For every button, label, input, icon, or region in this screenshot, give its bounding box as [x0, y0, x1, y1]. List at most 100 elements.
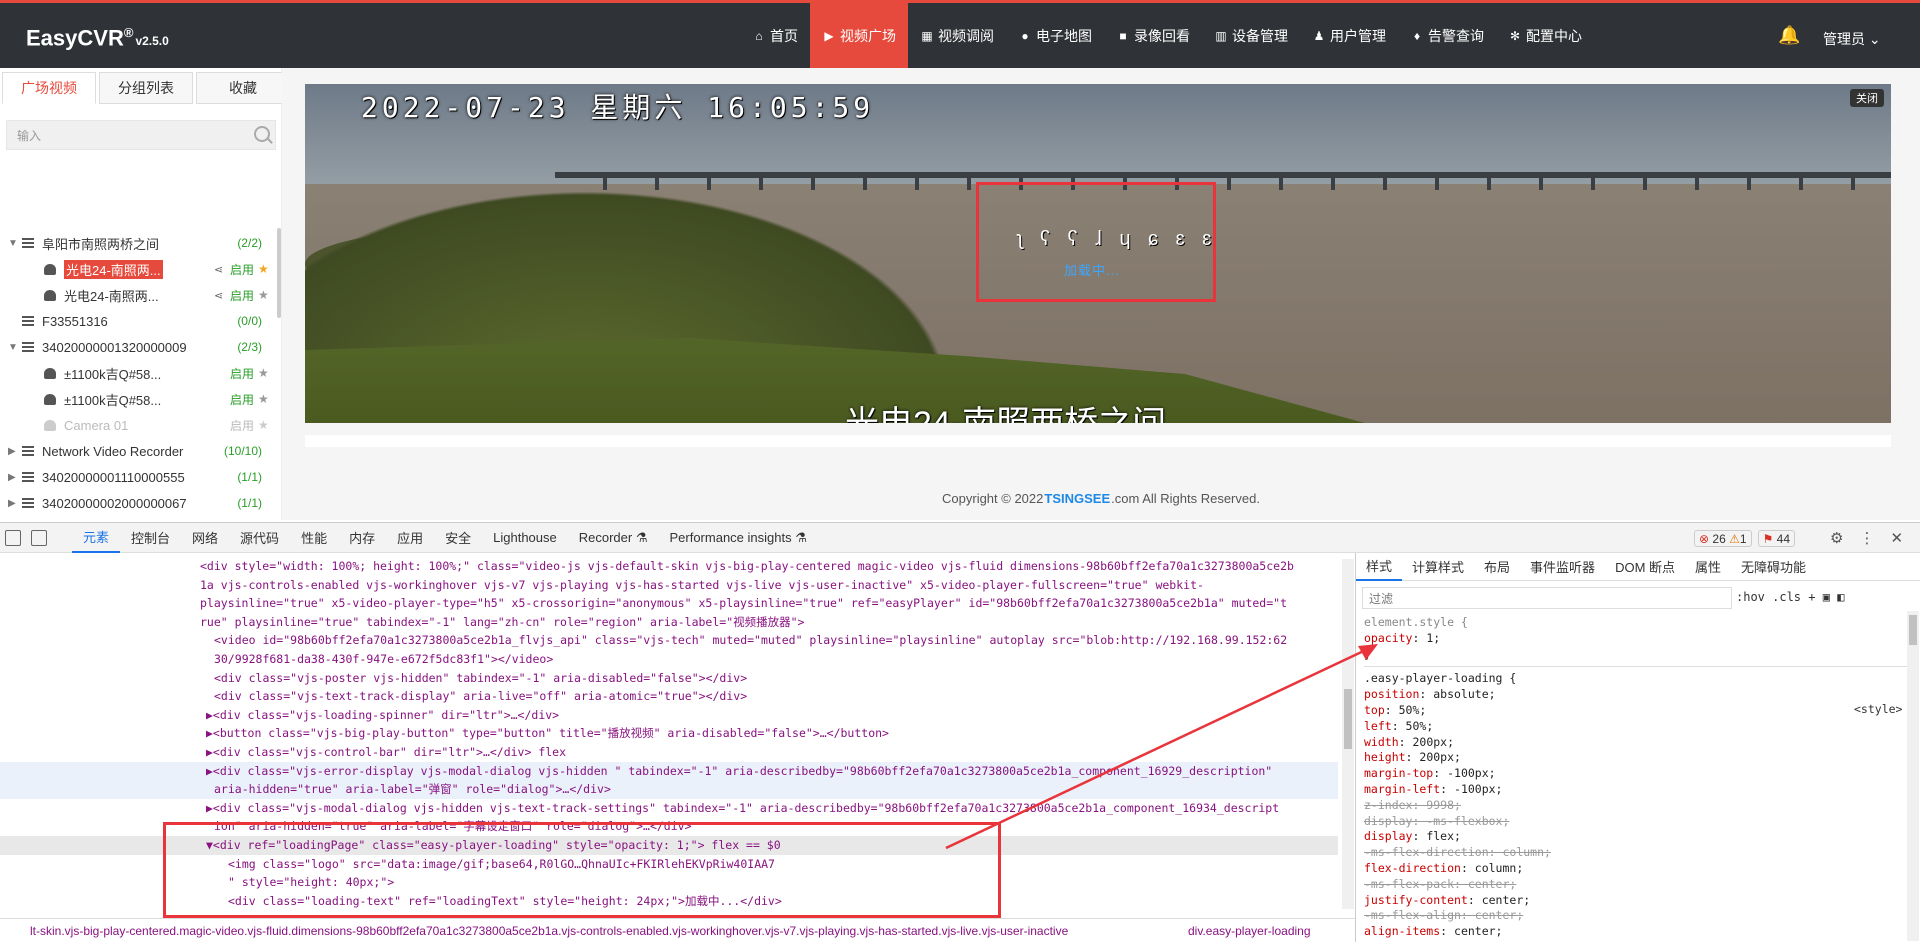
- share-icon[interactable]: ⋖: [214, 263, 223, 276]
- dom-node-line[interactable]: <div class="vjs-poster vjs-hidden" tabin…: [214, 669, 747, 688]
- dom-node-line[interactable]: playsinline="true" x5-video-player-type=…: [200, 594, 1287, 613]
- dt-tab-security[interactable]: 安全: [434, 523, 482, 553]
- dom-node-line[interactable]: ▶<div class="vjs-loading-spinner" dir="l…: [206, 706, 559, 725]
- st-tab-computed[interactable]: 计算样式: [1402, 553, 1474, 581]
- search-icon[interactable]: [254, 126, 270, 142]
- star-icon[interactable]: ★: [258, 392, 269, 406]
- dom-node-line[interactable]: <div style="width: 100%; height: 100%;" …: [200, 557, 1294, 576]
- st-tab-layout[interactable]: 布局: [1474, 553, 1520, 581]
- nav-alerts[interactable]: ♦ 告警查询: [1398, 3, 1496, 68]
- sidebar-toggle-icon[interactable]: ◧: [1837, 590, 1844, 604]
- css-line[interactable]: z-index: 9998;: [1364, 798, 1909, 814]
- tree-node-channel[interactable]: 光电24-南照两... ⋖ 启用 ★: [44, 256, 278, 282]
- device-toggle-icon[interactable]: [31, 529, 47, 546]
- error-count-badge[interactable]: ⊗ 26 ⚠ 1: [1694, 530, 1752, 547]
- css-line[interactable]: }: [1364, 647, 1909, 663]
- tree-node-group[interactable]: F33551316 (0/0): [8, 308, 278, 334]
- css-line[interactable]: .easy-player-loading {: [1364, 671, 1909, 687]
- dom-node-line[interactable]: ▶<button class="vjs-big-play-button" typ…: [206, 724, 889, 743]
- star-icon[interactable]: ★: [258, 366, 269, 380]
- tree-node-channel[interactable]: Camera 01 启用 ★: [44, 412, 278, 438]
- dom-node-line[interactable]: <div class="vjs-text-track-display" aria…: [214, 687, 747, 706]
- breadcrumb-item-current[interactable]: div.easy-player-loading: [1182, 923, 1311, 938]
- star-icon[interactable]: ★: [258, 418, 269, 432]
- css-line[interactable]: display: -ms-flexbox;: [1364, 814, 1909, 830]
- st-tab-event-listeners[interactable]: 事件监听器: [1520, 553, 1605, 581]
- tree-node-channel[interactable]: 光电24-南照两... ⋖ 启用 ★: [44, 282, 278, 308]
- dt-tab-network[interactable]: 网络: [181, 523, 229, 553]
- plus-icon[interactable]: +: [1808, 590, 1815, 604]
- dt-tab-performance[interactable]: 性能: [290, 523, 338, 553]
- nav-devices[interactable]: ▥ 设备管理: [1202, 3, 1300, 68]
- dom-node-line[interactable]: 30/9928f681-da38-430f-947e-e672f5dc83f1"…: [214, 650, 553, 669]
- css-line[interactable]: align-items: center;: [1364, 924, 1909, 940]
- css-line[interactable]: margin-top: -100px;: [1364, 766, 1909, 782]
- css-line[interactable]: left: 50%;: [1364, 719, 1909, 735]
- dom-node-line[interactable]: 1a vjs-controls-enabled vjs-workinghover…: [200, 576, 1204, 595]
- css-line[interactable]: position: absolute;: [1364, 687, 1909, 703]
- nav-home[interactable]: ⌂ 首页: [740, 3, 810, 68]
- st-tab-styles[interactable]: 样式: [1356, 553, 1403, 581]
- dom-node-line[interactable]: ▶<div class="vjs-modal-dialog vjs-hidden…: [206, 799, 1279, 818]
- css-line[interactable]: opacity: 1;: [1364, 631, 1909, 647]
- footer-brand[interactable]: TSINGSEE: [1044, 491, 1110, 506]
- hov-cls-toggles[interactable]: :hov .cls + ▣ ◧: [1736, 590, 1844, 604]
- dom-node-line[interactable]: <video id="98b60bff2efa70a1c3273800a5ce2…: [214, 631, 1287, 650]
- bell-icon[interactable]: 🔔: [1778, 25, 1800, 46]
- search-input[interactable]: 输入: [6, 120, 276, 150]
- breadcrumb-item[interactable]: lt-skin.vjs-big-play-centered.magic-vide…: [0, 924, 1068, 938]
- share-icon[interactable]: ⋖: [214, 289, 223, 302]
- dt-tab-elements[interactable]: 元素: [72, 523, 121, 553]
- css-line[interactable]: -ms-flex-align: center;: [1364, 908, 1909, 924]
- tree-node-group[interactable]: ▶ 34020000002000000067 (1/1): [8, 490, 278, 516]
- css-line[interactable]: element.style {: [1364, 615, 1909, 631]
- elements-scrollbar[interactable]: [1342, 559, 1354, 909]
- tree-node-group[interactable]: ▼ 阜阳市南照两桥之间 (2/2): [8, 230, 278, 256]
- tab-group-list[interactable]: 分组列表: [99, 72, 193, 104]
- css-line[interactable]: width: 200px;: [1364, 735, 1909, 751]
- dt-tab-console[interactable]: 控制台: [120, 523, 181, 553]
- user-menu[interactable]: 管理员 ⌄: [1823, 29, 1881, 49]
- css-line[interactable]: display: flex;: [1364, 829, 1909, 845]
- star-icon[interactable]: ★: [258, 262, 269, 276]
- sidebar-scrollbar[interactable]: [277, 228, 281, 318]
- dt-tab-sources[interactable]: 源代码: [229, 523, 290, 553]
- nav-config[interactable]: ✻ 配置中心: [1496, 3, 1594, 68]
- dt-tab-performance-insights[interactable]: Performance insights ⚗: [658, 523, 817, 553]
- styles-filter-input[interactable]: 过滤: [1362, 587, 1732, 609]
- styles-scrollbar[interactable]: [1907, 611, 1919, 941]
- css-line[interactable]: justify-content: center;: [1364, 893, 1909, 909]
- st-tab-dom-breakpoints[interactable]: DOM 断点: [1605, 553, 1685, 581]
- inspect-icon[interactable]: [5, 529, 21, 546]
- tab-favorites[interactable]: 收藏: [196, 72, 290, 104]
- tree-node-group[interactable]: ▶ 34020000001110000555 (1/1): [8, 464, 278, 490]
- dom-node-line[interactable]: aria-hidden="true" aria-label="弹窗" role=…: [0, 780, 1338, 799]
- tree-node-channel[interactable]: ±1100k吉Q#58... 启用 ★: [44, 360, 278, 386]
- dt-tab-application[interactable]: 应用: [386, 523, 434, 553]
- paint-icon[interactable]: ▣: [1823, 590, 1830, 604]
- close-icon[interactable]: ✕: [1890, 529, 1903, 547]
- dt-tab-memory[interactable]: 内存: [338, 523, 386, 553]
- css-line[interactable]: -ms-flex-direction: column;: [1364, 845, 1909, 861]
- settings-icon[interactable]: ⚙: [1830, 529, 1843, 547]
- dt-tab-lighthouse[interactable]: Lighthouse: [482, 523, 568, 553]
- dom-node-line[interactable]: ▶<div class="vjs-control-bar" dir="ltr">…: [206, 743, 566, 762]
- css-line[interactable]: flex-direction: column;: [1364, 861, 1909, 877]
- css-line[interactable]: top: 50%;: [1364, 703, 1909, 719]
- nav-map[interactable]: ● 电子地图: [1006, 3, 1104, 68]
- app-logo[interactable]: EasyCVR®v2.5.0: [26, 25, 169, 51]
- st-tab-accessibility[interactable]: 无障碍功能: [1731, 553, 1816, 581]
- css-line[interactable]: height: 200px;: [1364, 750, 1909, 766]
- tab-square-video[interactable]: 广场视频: [2, 72, 96, 104]
- css-line[interactable]: margin-left: -100px;: [1364, 782, 1909, 798]
- tree-node-channel[interactable]: ±1100k吉Q#58... 启用 ★: [44, 386, 278, 412]
- more-vertical-icon[interactable]: ⋮: [1859, 529, 1874, 547]
- style-source-link[interactable]: <style>: [1854, 702, 1902, 716]
- dom-node-line[interactable]: rue" playsinline="true" tabindex="-1" la…: [200, 613, 804, 632]
- dt-tab-recorder[interactable]: Recorder ⚗: [568, 523, 659, 553]
- st-tab-properties[interactable]: 属性: [1685, 553, 1731, 581]
- nav-video-browse[interactable]: ▦ 视频调阅: [908, 3, 1006, 68]
- close-button[interactable]: 关闭: [1850, 89, 1884, 107]
- tree-node-group[interactable]: ▶ Network Video Recorder (10/10): [8, 438, 278, 464]
- nav-users[interactable]: ♟ 用户管理: [1300, 3, 1398, 68]
